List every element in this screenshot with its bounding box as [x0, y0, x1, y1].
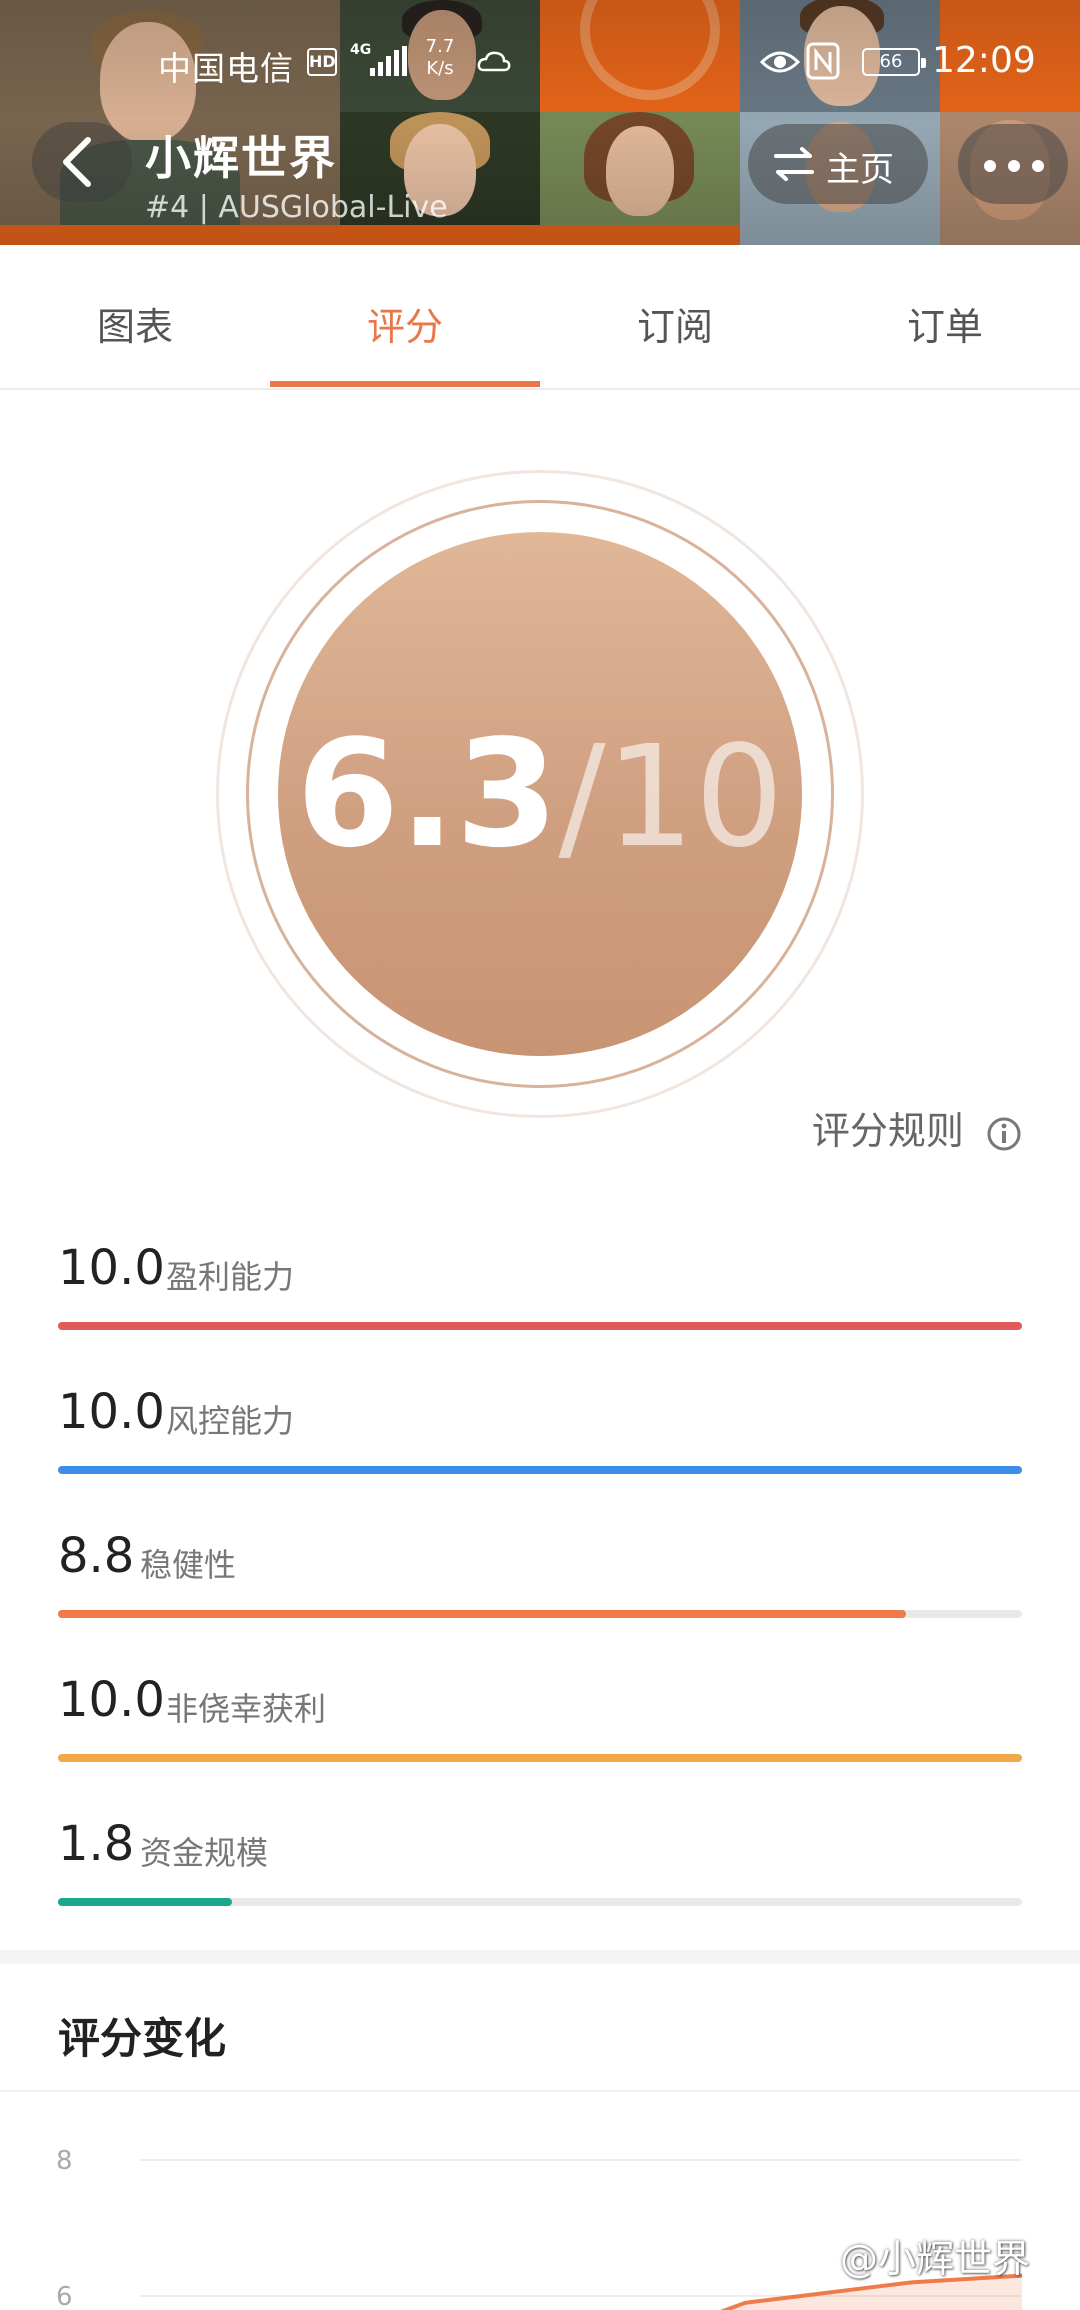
more-dot: [1008, 160, 1020, 172]
metric-track: [58, 1898, 1022, 1906]
tab-chart[interactable]: 图表: [0, 245, 270, 390]
more-dot: [984, 160, 996, 172]
tab-subscribe[interactable]: 订阅: [540, 245, 810, 390]
metric-label: 资金规模: [140, 1834, 269, 1872]
battery-icon: 66: [862, 48, 926, 76]
metric-bar: [58, 1322, 1022, 1330]
network-speed: 7.7 K/s: [418, 36, 462, 80]
y-tick-label: 6: [56, 2282, 73, 2310]
home-button[interactable]: 主页: [748, 124, 928, 204]
tab-orders[interactable]: 订单: [810, 245, 1080, 390]
carrier-name: 中国电信: [158, 49, 294, 88]
metric-track: [58, 1754, 1022, 1762]
back-button[interactable]: [32, 122, 132, 202]
switch-icon: [774, 147, 814, 181]
active-tab-indicator: [270, 381, 540, 387]
clock: 12:09: [932, 40, 1036, 81]
metric-profitability: 10.0 盈利能力: [58, 1240, 1022, 1360]
more-button[interactable]: [958, 124, 1068, 204]
metric-label: 风控能力: [166, 1402, 295, 1440]
overall-score: 6.3/10: [278, 532, 802, 1056]
section-line: [0, 2090, 1080, 2092]
metric-capital-size: 1.8 资金规模: [58, 1816, 1022, 1936]
metric-track: [58, 1610, 1022, 1618]
chevron-left-icon: [63, 137, 91, 187]
score-max: /10: [558, 716, 784, 879]
watermark: @小辉世界: [840, 2237, 1031, 2281]
metric-non-luck-profit: 10.0 非侥幸获利: [58, 1672, 1022, 1792]
score-rules-label: 评分规则: [811, 1109, 964, 1153]
metric-label: 稳健性: [140, 1546, 237, 1584]
metric-label: 盈利能力: [166, 1258, 295, 1296]
app-screen: 中国电信 HD 4G 7.7 K/s 66 12:09 小辉世界 #4 | AU…: [0, 0, 1080, 2310]
metric-value: 1.8: [58, 1816, 135, 1872]
metric-bar: [58, 1610, 907, 1618]
cloud-icon: [477, 51, 511, 72]
score-value: 6.3: [296, 708, 559, 880]
page-title: 小辉世界: [145, 131, 337, 185]
metric-risk-control: 10.0 风控能力: [58, 1384, 1022, 1504]
more-dot: [1032, 160, 1044, 172]
home-button-label: 主页: [826, 150, 894, 190]
tab-score[interactable]: 评分: [270, 245, 540, 390]
metric-value: 8.8: [58, 1528, 135, 1584]
status-bar: 中国电信 HD 4G 7.7 K/s 66 12:09: [0, 36, 1080, 88]
nfc-icon: [806, 42, 840, 80]
metric-value: 10.0: [58, 1240, 165, 1296]
account-subtitle: #4 | AUSGlobal-Live: [145, 190, 448, 225]
header-banner: 中国电信 HD 4G 7.7 K/s 66 12:09 小辉世界 #4 | AU…: [0, 0, 1080, 245]
metric-label: 非侥幸获利: [166, 1690, 327, 1728]
signal-icon: [370, 46, 407, 76]
metric-stability: 8.8 稳健性: [58, 1528, 1022, 1648]
metric-bar: [58, 1898, 232, 1906]
section-divider: [0, 1950, 1080, 1964]
metric-track: [58, 1322, 1022, 1330]
metric-bar: [58, 1754, 1022, 1762]
score-rules-link[interactable]: 评分规则: [812, 1100, 1022, 1155]
y-tick-label: 8: [56, 2146, 73, 2176]
metric-value: 10.0: [58, 1384, 165, 1440]
speed-value: 7.7: [425, 36, 455, 57]
metric-bar: [58, 1466, 1022, 1474]
score-change-title: 评分变化: [58, 2014, 227, 2063]
tab-bar: 图表 评分 订阅 订单: [0, 245, 1080, 390]
speed-unit: K/s: [426, 58, 454, 79]
metric-value: 10.0: [58, 1672, 165, 1728]
metric-track: [58, 1466, 1022, 1474]
hd-badge: HD: [307, 48, 337, 76]
info-icon: [987, 1117, 1021, 1150]
eye-icon: [760, 51, 800, 73]
